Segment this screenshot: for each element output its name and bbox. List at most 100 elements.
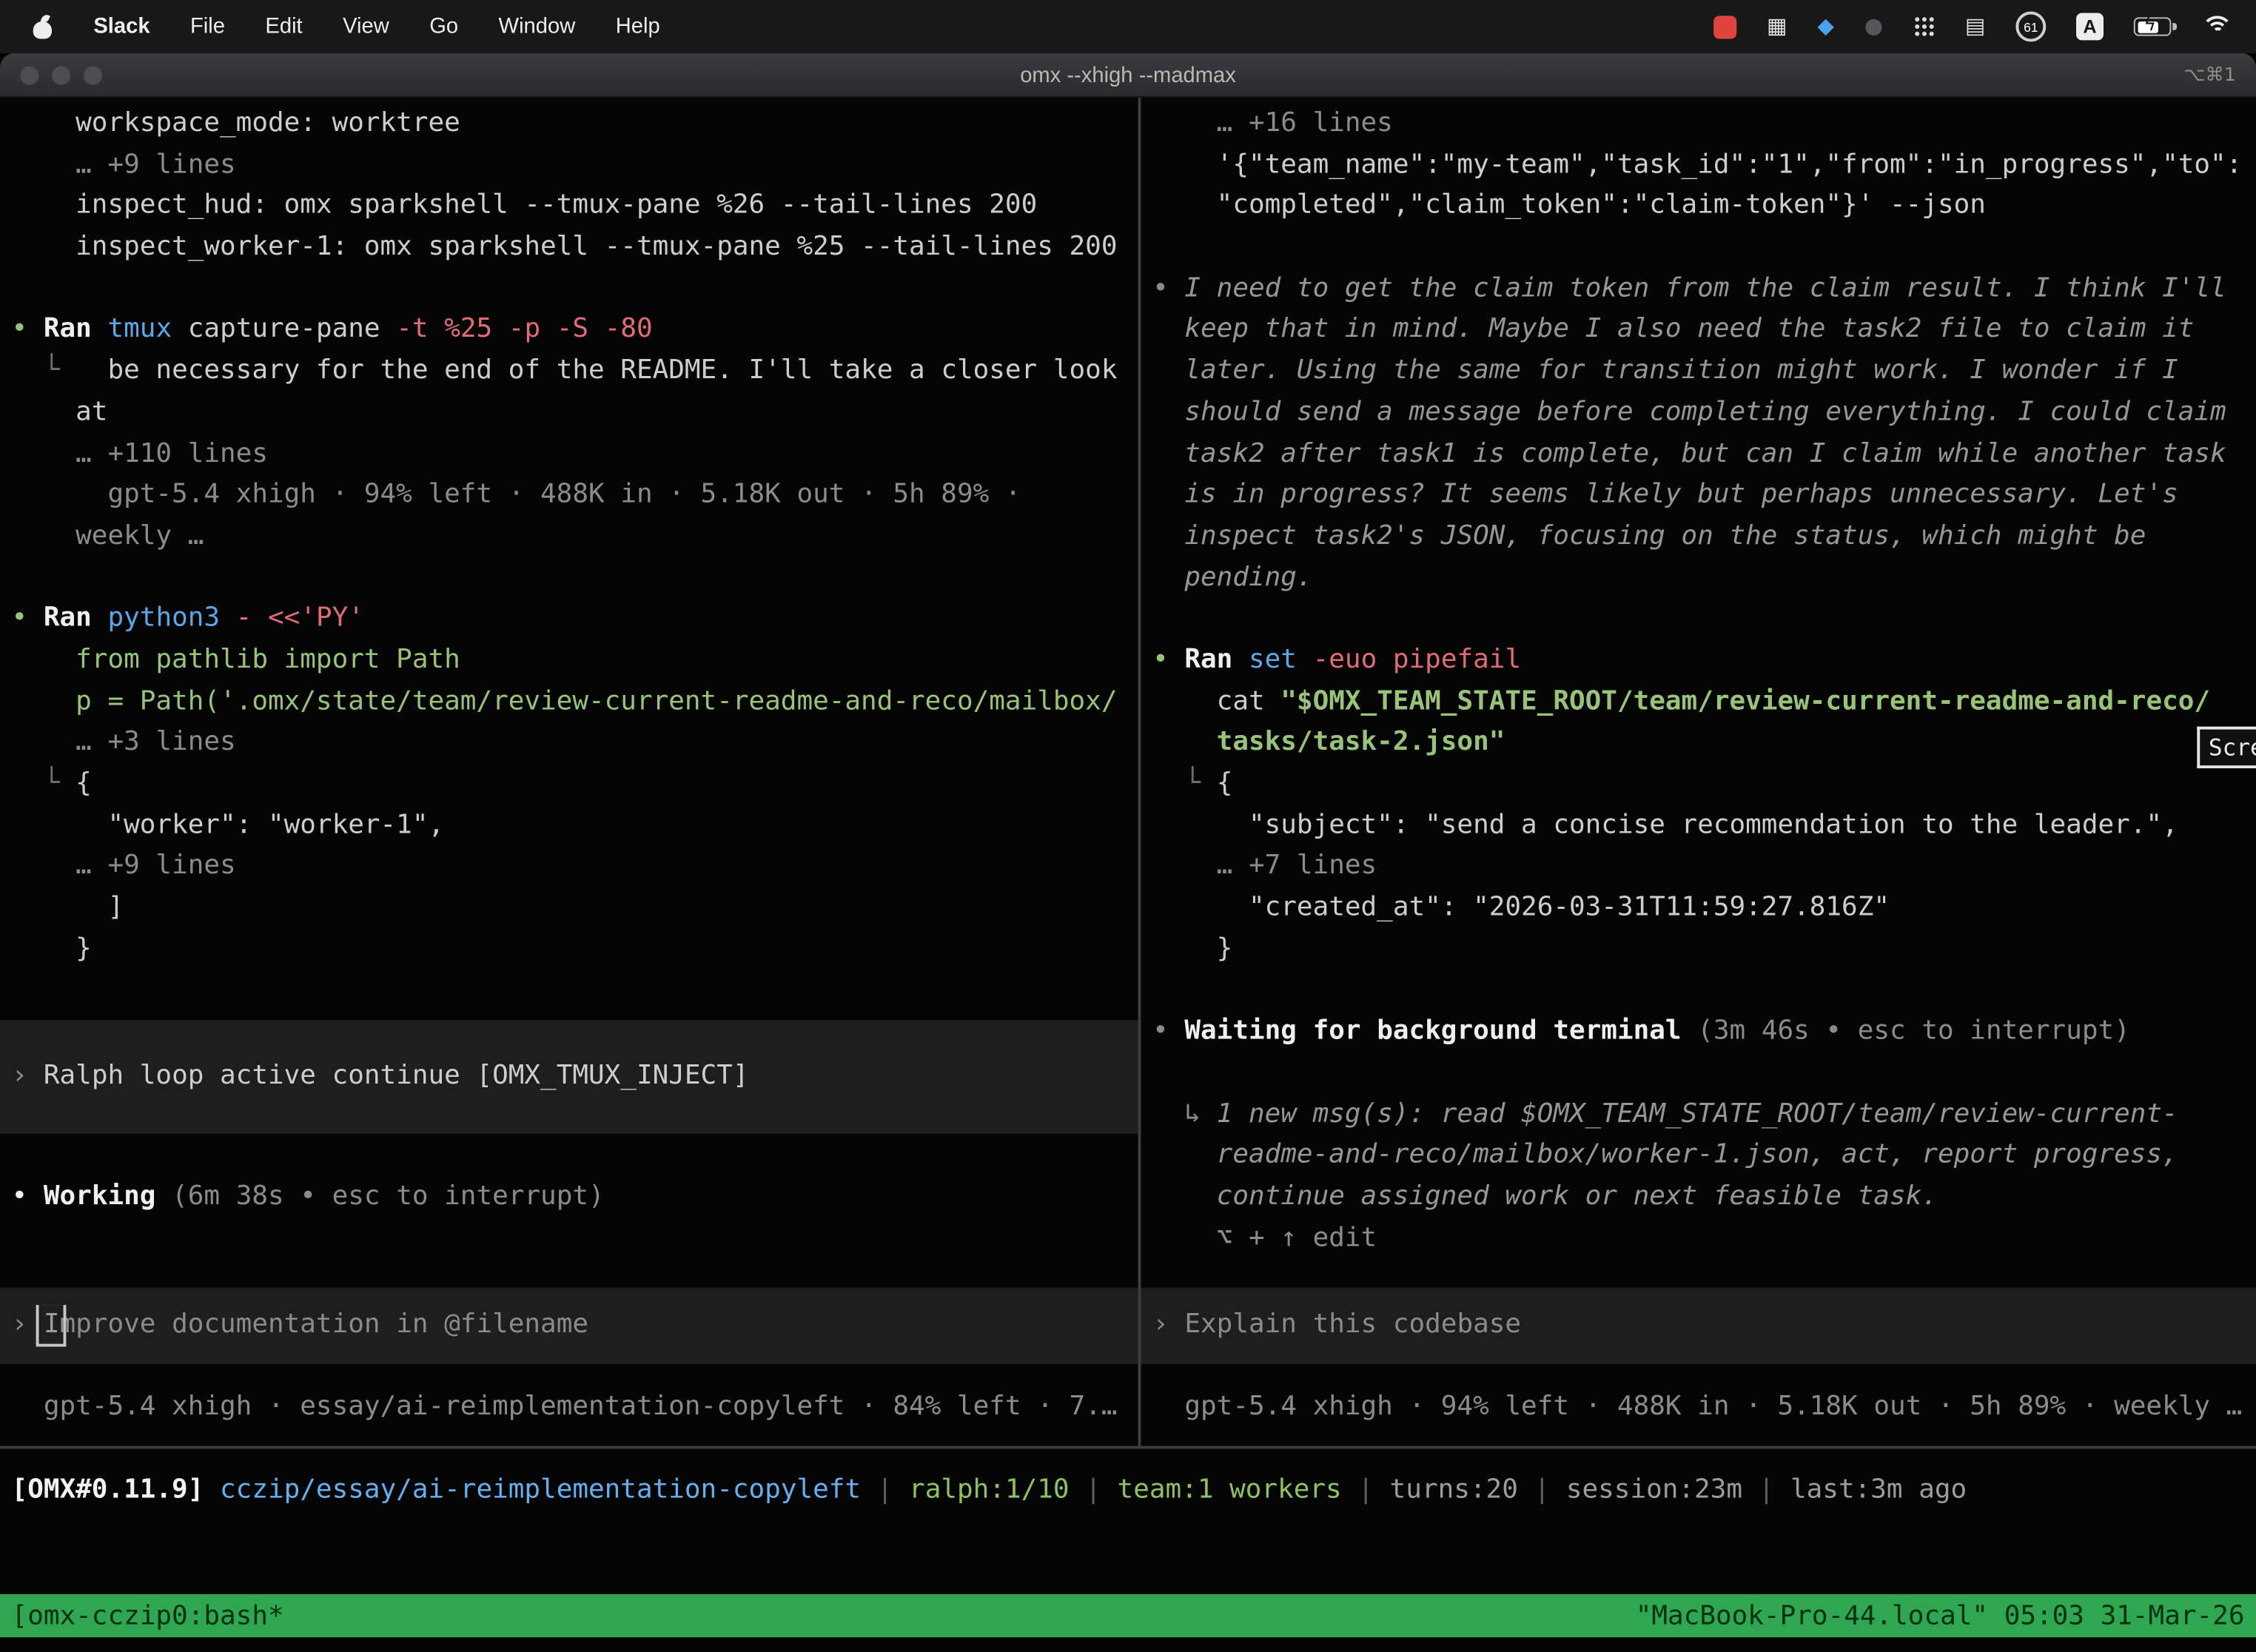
dark-app-icon[interactable]: ● [1864,16,1883,37]
text-segment: • [12,1181,44,1212]
text-segment: ] [12,892,124,922]
text-segment: "completed","claim_token":"claim-token"}… [1152,190,1986,221]
terminal-scrollback-left: workspace_mode: worktree … +9 lines insp… [12,104,1138,970]
apple-menu-icon[interactable] [32,13,53,39]
minimize-button[interactable] [52,66,70,84]
tmux-pane-left[interactable]: workspace_mode: worktree … +9 lines insp… [0,98,1138,1446]
screen-recording-icon[interactable] [1713,15,1736,38]
terminal-line: … +9 lines [12,847,1138,888]
menu-bar: Slack File Edit View Go Window Help ▦ ◆ … [0,0,2256,53]
terminal-line: pending. [1152,557,2256,599]
text-segment: "created_at": "2026-03-31T11:59:27.816Z" [1152,892,1890,922]
menu-file[interactable]: File [190,14,225,38]
terminal-line: "created_at": "2026-03-31T11:59:27.816Z" [1152,888,2256,930]
text-segment: capture-pane [172,315,396,345]
battery-icon[interactable]: ϟ [2134,17,2172,36]
terminal-line: inspect_worker-1: omx sparkshell --tmux-… [12,227,1138,269]
text-segment: [OMX#0.11.9] [12,1474,220,1505]
menu-app-name[interactable]: Slack [93,14,150,38]
text-segment: └ [12,768,76,799]
menu-help[interactable]: Help [616,14,660,38]
terminal-line: ] [12,888,1138,930]
terminal-line: cat "$OMX_TEAM_STATE_ROOT/team/review-cu… [1152,682,2256,723]
tmux-status-bar: [omx-cczip0:bash* "MacBook-Pro-44.local"… [0,1594,2256,1637]
terminal-line: … +110 lines [12,434,1138,475]
text-segment: … +7 lines [1152,851,1377,882]
text-segment: | [1070,1474,1118,1505]
window-grid-icon[interactable]: ▦ [1767,16,1787,37]
session-footer-left: gpt-5.4 xhigh · essay/ai-reimplementatio… [12,1387,1138,1428]
text-segment: | [861,1474,909,1505]
text-segment: Working [44,1181,172,1212]
zoom-button[interactable] [84,66,102,84]
text-segment: • [12,315,44,345]
terminal-line [1152,970,2256,1012]
terminal-line: gpt-5.4 xhigh · 94% left · 488K in · 5.1… [12,475,1138,517]
wifi-icon[interactable] [2201,14,2233,38]
blue-app-icon[interactable]: ◆ [1817,16,1833,37]
terminal-line: gpt-5.4 xhigh · essay/ai-reimplementatio… [12,1387,1138,1428]
menu-window[interactable]: Window [499,14,576,38]
text-segment: └ [1152,768,1217,799]
text-segment: inspect_hud: omx sparkshell --tmux-pane … [12,190,1038,221]
prompt-input-right[interactable]: › Explain this codebase [1141,1288,2256,1364]
text-segment: "worker": "worker-1", [12,810,445,840]
text-segment: • [1152,645,1184,675]
tmux-host-time: "MacBook-Pro-44.local" 05:03 31-Mar-26 [1636,1601,2245,1631]
queued-message-band: › Ralph loop active continue [OMX_TMUX_I… [0,1020,1138,1134]
close-button[interactable] [20,66,38,84]
text-segment [220,603,236,634]
terminal-line: └ be necessary for the end of the README… [12,352,1138,393]
text-segment: 1 new msg(s): read $OMX_TEAM_STATE_ROOT/… [1217,1098,2178,1129]
terminal-line: ⌥ + ↑ edit [1152,1218,2256,1260]
terminal-line: "worker": "worker-1", [12,805,1138,847]
text-segment: Ran [1184,645,1249,675]
terminal-line: [OMX#0.11.9] cczip/essay/ai-reimplementa… [12,1471,2256,1512]
input-source-icon[interactable]: A [2076,13,2104,40]
text-segment: team:1 workers [1118,1474,1342,1505]
terminal-line [1152,599,2256,640]
terminal-line [12,269,1138,310]
desktop: Slack File Edit View Go Window Help ▦ ◆ … [0,0,2256,1652]
terminal-line: … +16 lines [1152,104,2256,145]
text-segment: at [12,397,108,427]
terminal-line: p = Path('.omx/state/team/review-current… [12,682,1138,723]
text-segment: is in progress? It seems likely but perh… [1152,480,2178,510]
battery-percentage-icon[interactable]: 61 [2015,12,2046,42]
sidebar-app-icon[interactable]: ▤ [1965,16,1986,37]
tmux-pane-right[interactable]: … +16 lines '{"team_name":"my-team","tas… [1141,98,2256,1446]
text-segment: … +9 lines [12,150,236,180]
terminal-line: • Ran python3 - <<'PY' [12,599,1138,640]
text-segment: … +110 lines [12,438,268,469]
terminal-line: • I need to get the claim token from the… [1152,269,2256,310]
window-titlebar[interactable]: omx --xhigh --madmax ⌥⌘1 [0,53,2256,98]
window-title: omx --xhigh --madmax [0,63,2256,87]
terminal-line: workspace_mode: worktree [12,104,1138,145]
terminal-line: › Ralph loop active continue [OMX_TMUX_I… [12,1056,1138,1098]
terminal-line: weekly … [12,517,1138,558]
text-segment: › [1152,1309,1184,1340]
menu-edit[interactable]: Edit [265,14,302,38]
terminal-line: … +7 lines [1152,847,2256,888]
text-segment: -euo pipefail [1313,645,1521,675]
text-segment: … +16 lines [1152,108,1393,138]
terminal-window: omx --xhigh --madmax ⌥⌘1 workspace_mode:… [0,53,2256,1652]
terminal-line: "subject": "send a concise recommendatio… [1152,805,2256,847]
text-segment: python3 [107,603,220,634]
terminal-line [12,557,1138,599]
text-segment [1297,645,1313,675]
terminal-line: "completed","claim_token":"claim-token"}… [1152,186,2256,227]
text-segment: later. Using the same for transition mig… [1152,355,2178,386]
terminal-line [1152,227,2256,269]
dots-grid-icon[interactable] [1913,16,1935,37]
text-segment: { [75,768,92,799]
prompt-input-left[interactable]: › Improve documentation in @filename [0,1288,1138,1364]
text-segment: ralph:1/10 [909,1474,1070,1505]
session-footer-right: gpt-5.4 xhigh · 94% left · 488K in · 5.1… [1152,1387,2256,1428]
text-segment: mprove documentation in @filename [60,1309,589,1340]
menu-view[interactable]: View [343,14,389,38]
menu-go[interactable]: Go [429,14,458,38]
input-source-label: A [2083,16,2096,37]
text-segment: Ran [44,315,108,345]
terminal-line: tasks/task-2.json" [1152,722,2256,764]
